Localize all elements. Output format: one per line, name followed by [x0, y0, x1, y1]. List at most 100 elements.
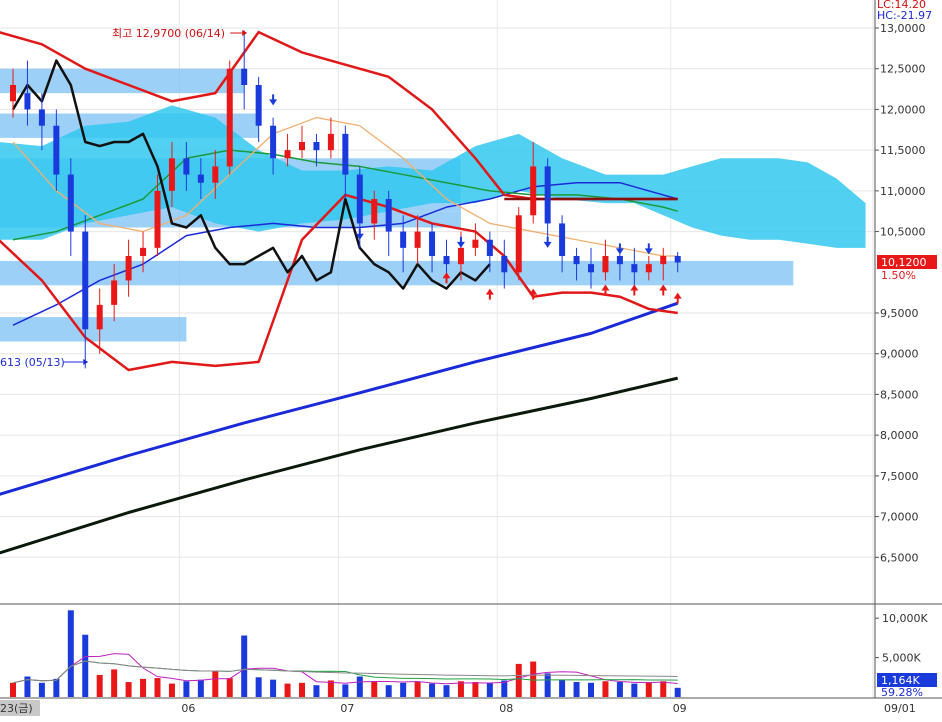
candle-body [530, 166, 537, 216]
price-tick-label: 8,5000 [880, 388, 919, 401]
volume-bar [414, 682, 421, 697]
price-zone [0, 68, 245, 94]
volume-bar [356, 676, 363, 697]
volume-bar [472, 682, 479, 697]
x-tick-label: 09/01 [884, 702, 916, 715]
volume-bar [544, 673, 551, 697]
volume-bar [53, 678, 60, 697]
volume-tick-label: 5,000K [882, 652, 921, 665]
volume-bar [559, 679, 566, 697]
candle-body [67, 174, 74, 232]
price-tick-label: 12,0000 [880, 103, 926, 116]
volume-bar [429, 683, 436, 697]
price-tick-label: 11,0000 [880, 185, 926, 198]
price-tick-label: 12,5000 [880, 63, 926, 76]
candle-body [674, 256, 681, 263]
volume-bar [38, 682, 45, 697]
volume-bar [154, 678, 161, 697]
candle-body [168, 158, 175, 191]
volume-bar [660, 681, 667, 697]
candle-body [616, 256, 623, 265]
candle-body [588, 264, 594, 273]
candle-body [125, 256, 132, 281]
volume-bar [140, 678, 147, 697]
volume-bar [457, 681, 464, 697]
candle-body [53, 125, 60, 175]
candle-body [472, 239, 479, 248]
stock-chart-window[interactable]: 최고 12,9700 (06/14) 613 (05/13) 13,0000 12… [0, 0, 942, 718]
volume-bar [631, 683, 638, 697]
x-tick-label: 07 [340, 702, 354, 715]
price-tick-label: 11,5000 [880, 144, 926, 157]
x-axis-band [0, 698, 942, 718]
volume-bar [67, 610, 74, 697]
candle-body [299, 142, 305, 151]
candle-body [457, 247, 464, 265]
candle-body [327, 133, 334, 151]
candle-body [140, 247, 147, 256]
candle-body [486, 239, 493, 256]
volume-bar [255, 677, 262, 697]
candle-body [501, 256, 508, 273]
chart-canvas[interactable]: 최고 12,9700 (06/14) 613 (05/13) 13,0000 12… [0, 0, 942, 718]
candle-body [573, 256, 580, 265]
volume-bar [342, 684, 349, 697]
candle-body [602, 256, 609, 273]
candle-body [284, 150, 291, 159]
candle-body [197, 174, 204, 183]
candle-body [241, 68, 248, 85]
candle-body [96, 304, 103, 330]
volume-tick-label: 10,000K [882, 612, 928, 625]
volume-bar [82, 634, 89, 697]
candle-body [183, 158, 190, 175]
candle-body [400, 231, 407, 248]
volume-bar [313, 685, 320, 697]
candle-body [660, 256, 667, 265]
candle-body [515, 215, 522, 273]
volume-bar [371, 681, 378, 697]
candle-body [111, 280, 118, 305]
volume-bar [96, 674, 103, 697]
high-annotation: 최고 12,9700 (06/14) [112, 27, 225, 40]
volume-bar [183, 681, 190, 697]
volume-bar [573, 682, 580, 697]
volume-bar [241, 635, 248, 697]
candle-body [226, 68, 233, 167]
x-tick-label: 09 [673, 702, 687, 715]
candle-body [645, 264, 652, 273]
chart-background [0, 0, 942, 718]
volume-bar [197, 679, 204, 697]
volume-bar [385, 685, 392, 697]
price-tick-label: 13,0000 [880, 22, 926, 35]
volume-bar [515, 663, 522, 697]
price-tick-label: 9,0000 [880, 348, 919, 361]
low-annotation: 613 (05/13) [0, 356, 65, 369]
price-tick-label: 8,0000 [880, 429, 919, 442]
candle-body [313, 142, 320, 151]
volume-bar [299, 682, 305, 697]
candle-body [212, 166, 219, 183]
candle-body [443, 256, 450, 265]
volume-bar [616, 682, 623, 697]
x-tick-label: 06 [181, 702, 195, 715]
candle-body [82, 231, 89, 330]
candle-body [154, 190, 161, 248]
candle-body [371, 199, 378, 224]
volume-bar [530, 661, 537, 697]
price-tick-label: 7,5000 [880, 470, 919, 483]
candle-body [414, 231, 421, 248]
volume-bar [212, 670, 219, 697]
x-tick-label: 08 [499, 702, 513, 715]
x-tick-label: 23(금) [0, 702, 33, 715]
candle-body [24, 93, 31, 110]
volume-bar [645, 682, 652, 697]
candle-body [631, 264, 638, 273]
volume-bar [602, 681, 609, 697]
volume-bar [588, 682, 594, 697]
price-tick-label: 9,5000 [880, 307, 919, 320]
price-tick-label: 10,5000 [880, 226, 926, 239]
volume-bar [284, 683, 291, 697]
volume-bar [111, 669, 118, 697]
volume-bar [125, 682, 132, 697]
current-price-value: 10,1200 [881, 256, 927, 269]
